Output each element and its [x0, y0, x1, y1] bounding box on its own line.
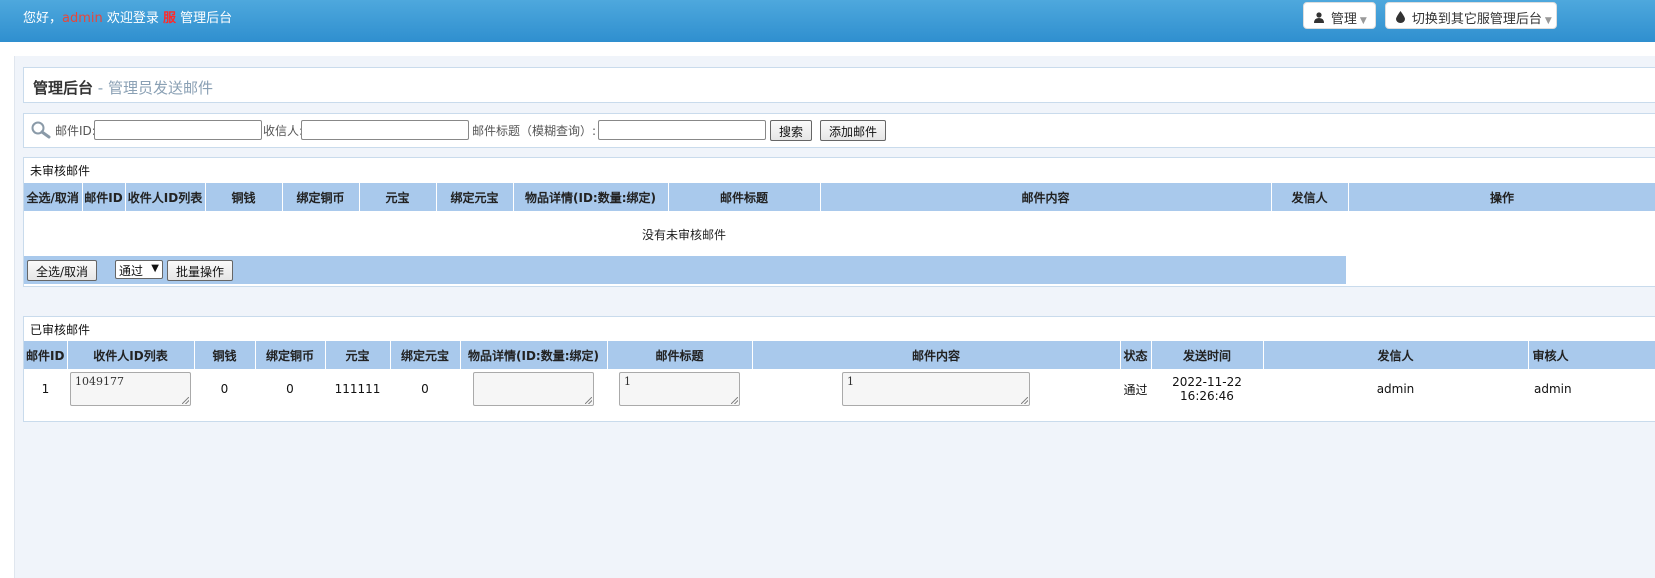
column-header: 收件人ID列表 — [67, 341, 195, 369]
column-header: 绑定元宝 — [390, 341, 461, 369]
column-header: 邮件ID — [24, 341, 68, 369]
mail-id-cell: 1 — [41, 382, 50, 396]
empty-message: 没有未审核邮件 — [641, 228, 726, 242]
column-header: 绑定铜币 — [282, 183, 360, 211]
mail-id-input[interactable] — [94, 120, 262, 140]
welcome-label: 欢迎登录 — [102, 11, 164, 26]
column-header: 收件人ID列表 — [125, 183, 206, 211]
manage-label: 管理 — [1330, 12, 1357, 27]
copper-cell: 0 — [220, 382, 229, 396]
resize-grip-icon[interactable] — [585, 397, 592, 404]
bound-copper-cell: 0 — [286, 382, 294, 396]
recipients-textarea[interactable]: 1049177 — [70, 372, 191, 406]
approved-mails-table: 邮件ID 收件人ID列表 铜钱 绑定铜币 元宝 绑定元宝 物品详情(ID:数量:… — [24, 341, 1655, 409]
switch-server-dropdown[interactable]: 切换到其它服管理后台 ▼ — [1385, 2, 1557, 29]
title-panel: 管理后台 - 管理员发送邮件 — [23, 67, 1655, 103]
status-cell: 通过 — [1123, 382, 1148, 397]
column-header: 邮件ID — [82, 183, 126, 211]
approved-header-row: 邮件ID 收件人ID列表 铜钱 绑定铜币 元宝 绑定元宝 物品详情(ID:数量:… — [24, 341, 1655, 369]
yuanbao-cell: 111111 — [334, 382, 381, 396]
mail-id-label: 邮件ID: — [55, 124, 96, 138]
batch-operation-button[interactable]: 批量操作 — [167, 260, 234, 281]
pending-mails-panel: 未审核邮件 全选/取消 邮件ID 收件人ID列表 铜钱 绑定铜币 元宝 绑定元宝… — [23, 157, 1655, 287]
table-row: 1 1049177 0 0 111111 0 1 1 通过 2022-11-22… — [24, 369, 1655, 409]
column-header: 物品详情(ID:数量:绑定) — [513, 183, 669, 211]
user-icon — [1314, 12, 1328, 26]
caret-down-icon: ▼ — [1359, 16, 1367, 26]
resize-grip-icon[interactable] — [731, 397, 738, 404]
username: admin — [62, 11, 103, 26]
column-header: 邮件内容 — [820, 183, 1272, 211]
approved-mails-panel: 已审核邮件 邮件ID 收件人ID列表 铜钱 绑定铜币 元宝 绑定元宝 物品详情(… — [23, 316, 1655, 422]
bound-yuanbao-cell: 0 — [421, 382, 429, 396]
column-header: 绑定元宝 — [436, 183, 514, 211]
recipients-cell: 1049177 — [67, 369, 194, 409]
items-textarea[interactable] — [473, 372, 594, 406]
add-mail-button[interactable]: 添加邮件 — [820, 120, 887, 141]
magnifier-icon — [31, 121, 51, 139]
greeting: 您好， — [23, 11, 63, 26]
batch-action-bar: 全选/取消 通过 ▼ 批量操作 — [24, 256, 1346, 284]
search-button[interactable]: 搜索 — [770, 120, 813, 141]
pending-mails-table: 全选/取消 邮件ID 收件人ID列表 铜钱 绑定铜币 元宝 绑定元宝 物品详情(… — [24, 183, 1655, 211]
column-header: 元宝 — [359, 183, 437, 211]
server-mark: 服 — [163, 11, 177, 26]
send-time-cell: 2022-11-22 16:26:46 — [1172, 375, 1242, 403]
title-cell: 1 — [607, 369, 752, 409]
batch-select-value: 通过 — [119, 264, 144, 278]
welcome-text: 您好，admin 欢迎登录 服 管理后台 — [23, 7, 232, 26]
column-header: 物品详情(ID:数量:绑定) — [460, 341, 608, 369]
sender-cell: admin — [1376, 382, 1415, 396]
page-title-main: 管理后台 — [33, 79, 94, 97]
column-header: 状态 — [1120, 341, 1152, 369]
column-header: 邮件标题 — [607, 341, 753, 369]
column-header: 绑定铜币 — [255, 341, 326, 369]
pending-section-title: 未审核邮件 — [30, 164, 91, 178]
column-header: 发信人 — [1263, 341, 1529, 369]
column-header: 邮件内容 — [752, 341, 1121, 369]
column-header: 元宝 — [325, 341, 391, 369]
select-all-button[interactable]: 全选/取消 — [27, 260, 98, 281]
column-header[interactable]: 全选/取消 — [24, 183, 83, 211]
caret-down-icon: ▼ — [1544, 16, 1552, 26]
column-header: 发信人 — [1271, 183, 1349, 211]
title-query-label: 邮件标题（模糊查询）: — [472, 124, 597, 138]
recipient-label: 收信人: — [263, 124, 304, 138]
switch-label: 切换到其它服管理后台 — [1411, 12, 1542, 27]
resize-grip-icon[interactable] — [182, 397, 189, 404]
app-name: 管理后台 — [176, 11, 233, 26]
manage-dropdown[interactable]: 管理 ▼ — [1303, 2, 1376, 29]
resize-grip-icon[interactable] — [1021, 397, 1028, 404]
title-textarea[interactable]: 1 — [619, 372, 740, 406]
items-cell — [460, 369, 607, 409]
chevron-down-icon: ▼ — [151, 263, 159, 274]
column-header: 铜钱 — [194, 341, 256, 369]
droplet-icon — [1396, 11, 1409, 26]
content-textarea[interactable]: 1 — [842, 372, 1030, 406]
title-query-input[interactable] — [598, 120, 766, 140]
column-header: 发送时间 — [1151, 341, 1264, 369]
reviewer-cell: admin — [1534, 382, 1572, 396]
batch-action-select[interactable]: 通过 ▼ — [115, 260, 163, 279]
left-rail — [0, 58, 5, 578]
approved-section-title: 已审核邮件 — [30, 323, 91, 337]
column-header: 邮件标题 — [668, 183, 821, 211]
top-bar: 您好，admin 欢迎登录 服 管理后台 管理 ▼ 切换到其它服管理后台 ▼ — [0, 0, 1655, 42]
column-header: 审核人 — [1528, 341, 1655, 369]
search-panel: 邮件ID: 收信人: 邮件标题（模糊查询）: 搜索 添加邮件 — [23, 113, 1655, 148]
page-subtitle: - 管理员发送邮件 — [93, 79, 213, 97]
column-header: 操作 — [1348, 183, 1655, 211]
pending-header-row: 全选/取消 邮件ID 收件人ID列表 铜钱 绑定铜币 元宝 绑定元宝 物品详情(… — [24, 183, 1655, 211]
content-cell: 1 — [752, 369, 1120, 409]
recipient-input[interactable] — [301, 120, 469, 140]
column-header: 铜钱 — [205, 183, 283, 211]
page-title: 管理后台 - 管理员发送邮件 — [33, 77, 213, 98]
